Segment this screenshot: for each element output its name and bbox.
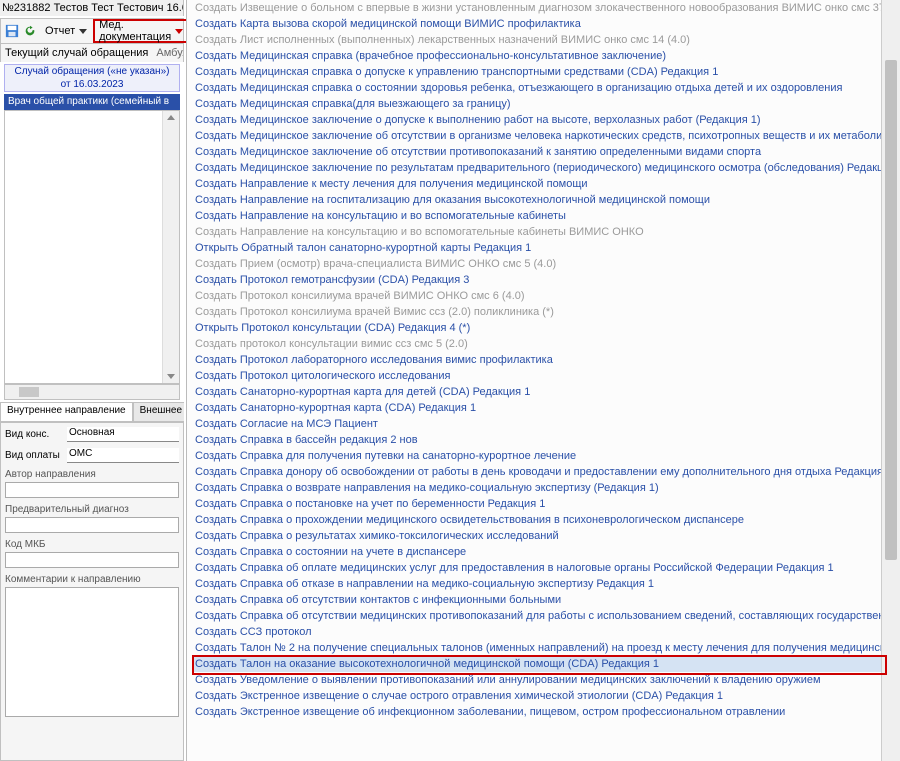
author-input[interactable]	[5, 482, 179, 498]
menu-item[interactable]: Создать Справка об отсутствии контактов …	[193, 592, 882, 608]
tab-external-referral[interactable]: Внешнее на	[133, 402, 184, 421]
menu-item[interactable]: Создать Уведомление о выявлении противоп…	[193, 672, 882, 688]
case-line1: Случай обращения («не указан»)	[5, 65, 179, 78]
mkb-input[interactable]	[5, 552, 179, 568]
menu-item[interactable]: Создать Медицинская справка(для выезжающ…	[193, 96, 882, 112]
mkb-label: Код МКБ	[5, 539, 179, 550]
scroll-thumb[interactable]	[885, 60, 897, 560]
menu-item[interactable]: Создать Справка об отказе в направлении …	[193, 576, 882, 592]
menu-item[interactable]: Создать Медицинское заключение о допуске…	[193, 112, 882, 128]
menu-item[interactable]: Создать ССЗ протокол	[193, 624, 882, 640]
menu-item[interactable]: Создать Экстренное извещение о случае ос…	[193, 688, 882, 704]
menu-item[interactable]: Создать Санаторно-курортная карта для де…	[193, 384, 882, 400]
menu-item[interactable]: Создать Справка о постановке на учет по …	[193, 496, 882, 512]
menu-item[interactable]: Создать Экстренное извещение об инфекцио…	[193, 704, 882, 720]
menu-item[interactable]: Создать Медицинское заключение об отсутс…	[193, 144, 882, 160]
scroll-thumb[interactable]	[19, 387, 39, 397]
menu-item[interactable]: Создать Медицинское заключение по резуль…	[193, 160, 882, 176]
refresh-icon[interactable]	[23, 23, 37, 39]
menu-item: Создать Протокол консилиума врачей Вимис…	[193, 304, 882, 320]
report-label: Отчет	[45, 25, 75, 37]
menu-item[interactable]: Создать Направление на консультацию и во…	[193, 208, 882, 224]
vidoplaty-field[interactable]: ОМС	[67, 448, 179, 463]
menu-item[interactable]: Создать Справка донору об освобождении о…	[193, 464, 882, 480]
case-box[interactable]: Случай обращения («не указан») от 16.03.…	[4, 64, 180, 92]
menu-item[interactable]: Создать Cправка в бассейн редакция 2 нов	[193, 432, 882, 448]
author-label: Автор направления	[5, 469, 179, 480]
med-doc-dropdown: Создать Извещение о больном с впервые в …	[186, 0, 900, 761]
vidoplaty-label: Вид оплаты	[5, 450, 67, 461]
comments-textarea[interactable]	[5, 587, 179, 717]
menu-item: Создать Протокол консилиума врачей ВИМИС…	[193, 288, 882, 304]
menu-item[interactable]: Создать Справка о прохождении медицинско…	[193, 512, 882, 528]
current-case-label: Текущий случай обращения	[5, 47, 148, 59]
menu-list: Создать Извещение о больном с впервые в …	[193, 0, 882, 761]
menu-item[interactable]: Создать Справка о результатах химико-ток…	[193, 528, 882, 544]
menu-item[interactable]: Создать Справка о возврате направления н…	[193, 480, 882, 496]
list-pane	[4, 110, 180, 384]
tab-internal-referral[interactable]: Внутреннее направление	[0, 402, 133, 421]
menu-item[interactable]: Открыть Протокол консультации (CDA) Реда…	[193, 320, 882, 336]
tab-bar: Внутреннее направление Внешнее на	[0, 402, 184, 422]
menu-item[interactable]: Создать Медицинское заключение об отсутс…	[193, 128, 882, 144]
menu-item[interactable]: Открыть Обратный талон санаторно-курортн…	[193, 240, 882, 256]
toolbar: Отчет Мед. документация	[0, 18, 184, 44]
vidkons-field[interactable]: Основная	[67, 427, 179, 442]
chevron-down-icon	[175, 29, 183, 34]
chevron-down-icon	[79, 29, 87, 34]
menu-item[interactable]: Создать Санаторно-курортная карта (CDA) …	[193, 400, 882, 416]
case-line2: от 16.03.2023	[5, 78, 179, 91]
vidkons-label: Вид конс.	[5, 429, 67, 440]
menu-item: Создать Прием (осмотр) врача-специалиста…	[193, 256, 882, 272]
med-doc-button[interactable]: Мед. документация	[93, 19, 189, 43]
menu-item[interactable]: Создать Талон № 2 на получение специальн…	[193, 640, 882, 656]
vertical-scrollbar[interactable]	[162, 111, 179, 383]
horizontal-scrollbar[interactable]	[4, 384, 180, 400]
med-doc-label: Мед. документация	[99, 19, 171, 43]
menu-item[interactable]: Создать Согласие на МСЭ Пациент	[193, 416, 882, 432]
sub-toolbar: Текущий случай обращения Амбулаторн	[0, 44, 184, 62]
save-icon[interactable]	[5, 23, 19, 39]
menu-item[interactable]: Создать Справка для получения путевки на…	[193, 448, 882, 464]
menu-item[interactable]: Создать Направление к месту лечения для …	[193, 176, 882, 192]
preddiag-label: Предварительный диагноз	[5, 504, 179, 515]
form-pane: Вид конс. Основная Вид оплаты ОМС Автор …	[0, 422, 184, 761]
menu-item: Создать протокол консультации вимис ссз …	[193, 336, 882, 352]
preddiag-input[interactable]	[5, 517, 179, 533]
menu-item[interactable]: Создать Протокол цитологического исследо…	[193, 368, 882, 384]
menu-item[interactable]: Создать Карта вызова скорой медицинской …	[193, 16, 882, 32]
menu-scrollbar[interactable]	[881, 0, 900, 761]
menu-item[interactable]: Создать Справка об оплате медицинских ус…	[193, 560, 882, 576]
menu-item: Создать Направление на консультацию и во…	[193, 224, 882, 240]
report-button[interactable]: Отчет	[41, 21, 91, 41]
menu-item[interactable]: Создать Справка об отсутствии медицински…	[193, 608, 882, 624]
menu-item[interactable]: Создать Справка о состоянии на учете в д…	[193, 544, 882, 560]
menu-item[interactable]: Создать Талон на оказание высокотехнолог…	[193, 656, 882, 672]
menu-item[interactable]: Создать Медицинская справка о допуске к …	[193, 64, 882, 80]
menu-item: Создать Извещение о больном с впервые в …	[193, 0, 882, 16]
title-bar: №231882 Тестов Тест Тестович 16.07.201	[0, 0, 184, 16]
menu-item[interactable]: Создать Медицинская справка (врачебное п…	[193, 48, 882, 64]
amb-label: Амбулаторн	[156, 47, 184, 59]
menu-item[interactable]: Создать Медицинская справка о состоянии …	[193, 80, 882, 96]
menu-item[interactable]: Создать Направление на госпитализацию дл…	[193, 192, 882, 208]
menu-item[interactable]: Создать Протокол лабораторного исследова…	[193, 352, 882, 368]
menu-item: Создать Лист исполненных (выполненных) л…	[193, 32, 882, 48]
doctor-row[interactable]: Врач общей практики (семейный в	[4, 94, 180, 110]
comments-label: Комментарии к направлению	[5, 574, 179, 585]
menu-item[interactable]: Создать Протокол гемотрансфузии (CDA) Ре…	[193, 272, 882, 288]
